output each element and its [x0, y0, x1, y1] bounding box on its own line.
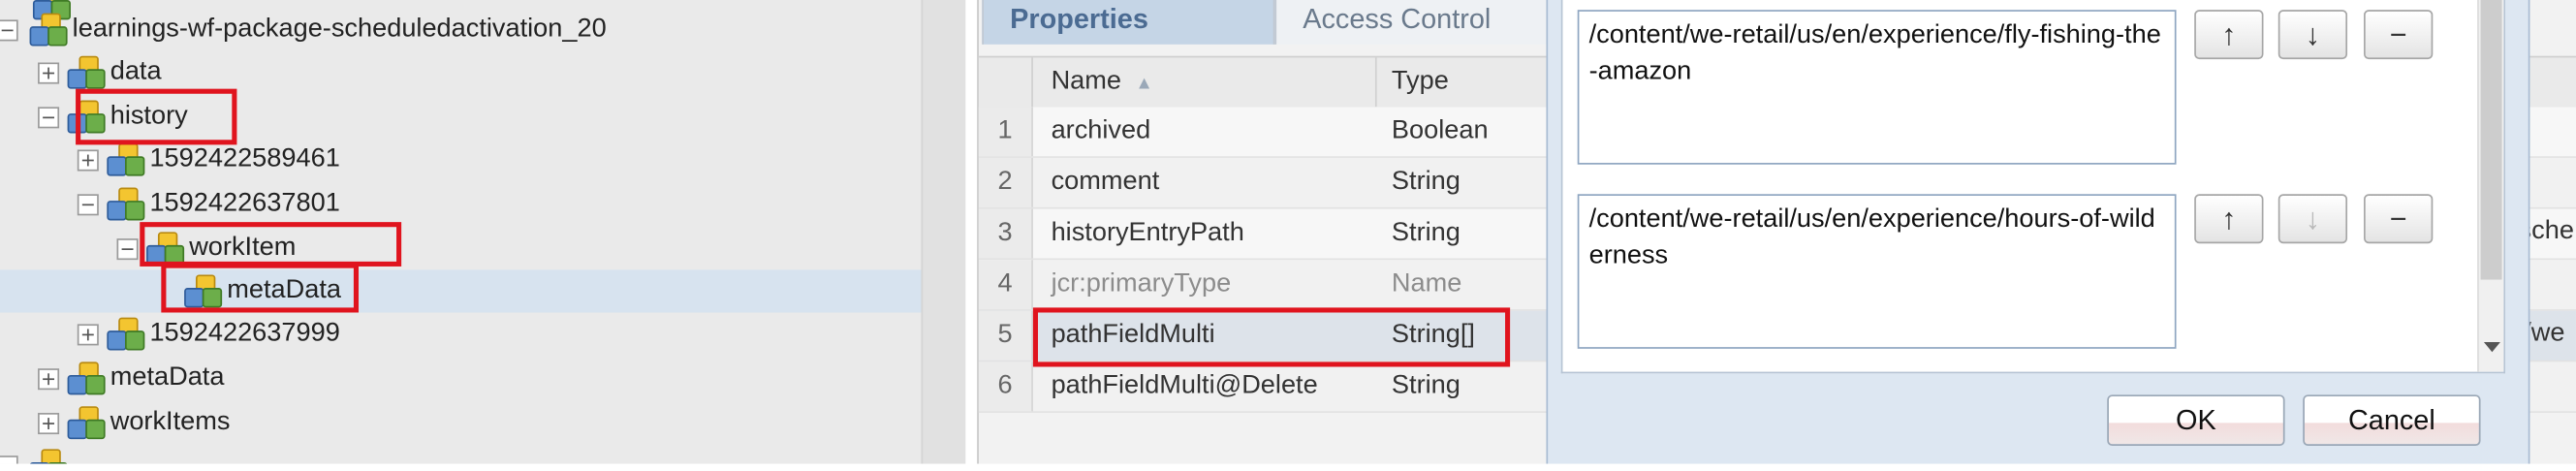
tab-access-control[interactable]: Access Control — [1274, 0, 1561, 45]
column-divider[interactable] — [1031, 57, 1033, 108]
move-down-button-disabled[interactable]: ↓ — [2278, 194, 2348, 244]
expand-icon[interactable] — [77, 324, 99, 346]
tree-node-data[interactable]: data — [0, 51, 921, 94]
tree-node-workitem[interactable]: workItem — [0, 227, 921, 269]
tab-properties[interactable]: Properties — [982, 0, 1275, 45]
tree-scrollbar[interactable] — [921, 0, 966, 464]
ok-button[interactable]: OK — [2107, 394, 2285, 446]
property-name: historyEntryPath — [1051, 218, 1244, 247]
column-header-name-label: Name — [1051, 67, 1122, 96]
collapse-icon[interactable] — [0, 19, 18, 42]
path-value-field[interactable]: /content/we-retail/us/en/experience/hour… — [1577, 194, 2177, 349]
tree-node-workitems[interactable]: workItems — [0, 401, 921, 444]
scrollbar-thumb[interactable] — [2480, 0, 2502, 280]
highlight-box-history — [76, 88, 237, 145]
column-header-name[interactable]: Name ▲ — [1052, 57, 1153, 109]
expand-icon[interactable] — [38, 62, 60, 84]
property-name: archived — [1051, 116, 1151, 145]
tree-node-label: workItems — [110, 407, 231, 436]
row-number: 1 — [978, 107, 1033, 157]
sort-ascending-icon: ▲ — [1135, 74, 1153, 94]
node-icon — [107, 317, 145, 351]
expand-icon[interactable] — [38, 368, 60, 391]
highlight-box-metadata — [161, 263, 360, 313]
tree-node-package[interactable]: learnings-wf-package-scheduledactivation… — [0, 8, 921, 50]
expand-icon[interactable] — [38, 413, 60, 435]
tree-node-label: 1592422637801 — [149, 189, 340, 218]
row-number: 6 — [978, 361, 1033, 412]
collapse-icon[interactable] — [116, 238, 139, 261]
row-number: 2 — [978, 157, 1033, 207]
scroll-down-arrow-icon[interactable] — [2483, 342, 2500, 353]
path-value-field[interactable]: /content/we-retail/us/en/experience/fly-… — [1577, 10, 2177, 165]
repository-tree: learnings-wf-package-scheduledactivation… — [0, 0, 922, 464]
tree-node-label: metaData — [110, 363, 225, 392]
property-type: String — [1391, 168, 1461, 196]
remove-value-button[interactable]: − — [2364, 194, 2434, 244]
collapse-icon[interactable] — [38, 107, 60, 129]
column-divider[interactable] — [1374, 57, 1377, 108]
tree-node-metadata-selected[interactable]: metaData — [0, 269, 922, 313]
tree-node-label: 1592422637999 — [149, 319, 340, 348]
edit-multivalue-dialog: /content/we-retail/us/en/experience/fly-… — [1546, 0, 2530, 464]
node-icon — [29, 13, 68, 47]
property-type: Name — [1391, 269, 1462, 298]
row-number: 4 — [978, 260, 1033, 310]
tree-node-metadata[interactable]: metaData — [0, 357, 921, 399]
tree-node-history-entry-2[interactable]: 1592422637801 — [0, 182, 921, 225]
crx-de-screen: learnings-wf-package-scheduledactivation… — [0, 0, 2576, 464]
move-up-button[interactable]: ↑ — [2194, 194, 2264, 244]
property-type: Boolean — [1391, 116, 1489, 145]
expand-icon[interactable] — [77, 149, 99, 172]
property-name: comment — [1051, 168, 1160, 196]
move-down-button[interactable]: ↓ — [2278, 10, 2348, 60]
node-icon — [67, 406, 106, 440]
row-number: 3 — [978, 208, 1033, 259]
dialog-scrollbar[interactable] — [2477, 0, 2504, 372]
dialog-content: /content/we-retail/us/en/experience/fly-… — [1560, 0, 2505, 374]
highlight-box-workitem — [140, 222, 402, 267]
property-name: pathFieldMulti@Delete — [1051, 371, 1318, 400]
property-type: String — [1391, 218, 1461, 247]
move-up-button[interactable]: ↑ — [2194, 10, 2264, 60]
collapse-icon[interactable] — [0, 455, 18, 464]
node-icon — [67, 55, 106, 89]
row-number: 5 — [978, 310, 1033, 361]
collapse-icon[interactable] — [77, 194, 99, 216]
tree-node-partial-bottom[interactable] — [0, 444, 921, 464]
column-header-type[interactable]: Type — [1392, 57, 1449, 107]
node-icon — [67, 361, 106, 395]
remove-value-button[interactable]: − — [2364, 10, 2434, 60]
node-icon — [107, 142, 145, 176]
cancel-button[interactable]: Cancel — [2303, 394, 2481, 446]
property-name: jcr:primaryType — [1051, 269, 1232, 298]
highlight-box-pathfieldmulti — [1032, 307, 1511, 367]
node-icon — [29, 449, 68, 464]
node-icon — [107, 187, 145, 221]
tree-node-history-entry-3[interactable]: 1592422637999 — [0, 312, 921, 355]
tree-node-label: learnings-wf-package-scheduledactivation… — [72, 15, 607, 44]
tree-node-label: data — [110, 57, 162, 86]
property-type: String — [1391, 371, 1461, 400]
